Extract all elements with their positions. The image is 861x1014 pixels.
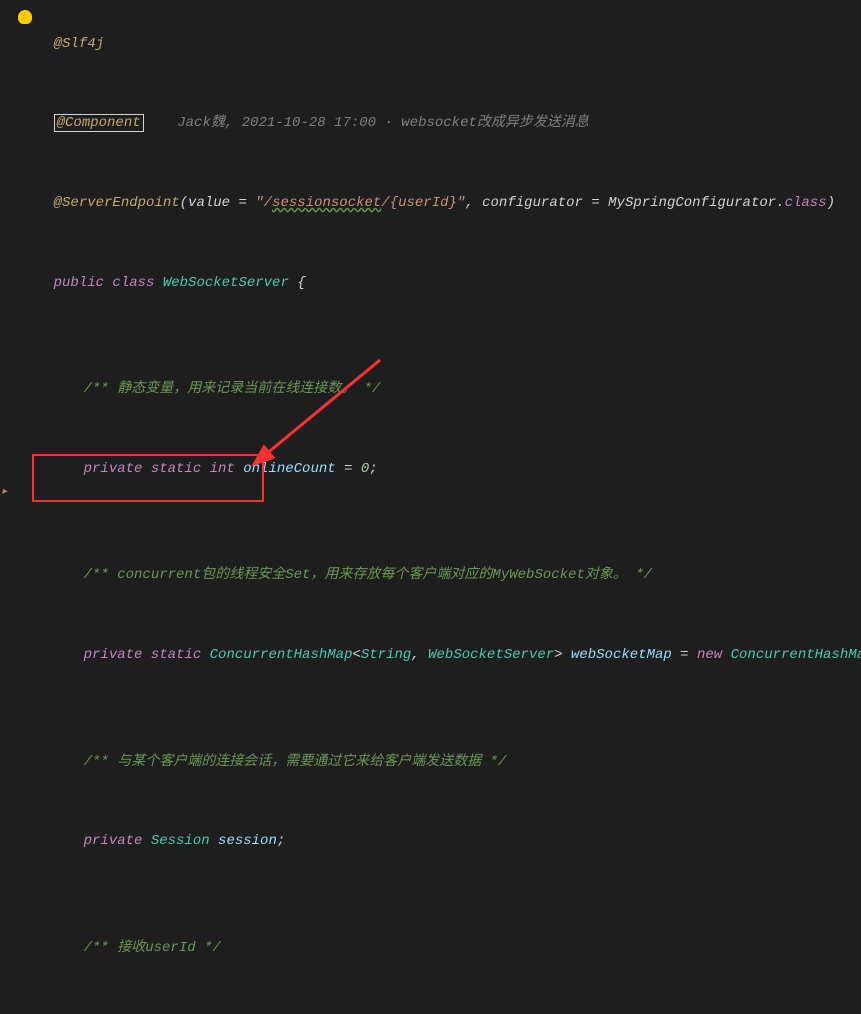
- annotation: @Slf4j: [54, 36, 104, 52]
- blank-line: [0, 695, 861, 722]
- code-line: @Component Jack魏, 2021-10-28 17:00 · web…: [0, 84, 861, 164]
- inline-comment: Jack魏, 2021-10-28 17:00 · websocket改成异步发…: [177, 115, 589, 131]
- annotation: @ServerEndpoint: [54, 195, 180, 211]
- code-editor[interactable]: @Slf4j @Component Jack魏, 2021-10-28 17:0…: [0, 4, 861, 1014]
- code-line: private static ConcurrentHashMap<String,…: [0, 616, 861, 696]
- comment-line: /** 与某个客户端的连接会话，需要通过它来给客户端发送数据 */: [0, 722, 861, 802]
- gutter-marker-icon[interactable]: ▸: [2, 483, 12, 502]
- comment-line: /** 静态变量，用来记录当前在线连接数。 */: [0, 350, 861, 430]
- code-line: private static int onlineCount = 0;: [0, 430, 861, 510]
- code-line: private String userId = "";: [0, 988, 861, 1014]
- code-line: @Slf4j: [0, 4, 861, 84]
- code-line: public class WebSocketServer {: [0, 243, 861, 323]
- code-line: private Session session;: [0, 802, 861, 882]
- code-line: @ServerEndpoint(value = "/sessionsocket/…: [0, 164, 861, 244]
- blank-line: [0, 882, 861, 909]
- comment-line: /** concurrent包的线程安全Set，用来存放每个客户端对应的MyWe…: [0, 536, 861, 616]
- lightbulb-icon[interactable]: [18, 10, 32, 24]
- comment-line: /** 接收userId */: [0, 908, 861, 988]
- annotation: @Component: [54, 114, 144, 132]
- blank-line: [0, 323, 861, 350]
- blank-line: [0, 509, 861, 536]
